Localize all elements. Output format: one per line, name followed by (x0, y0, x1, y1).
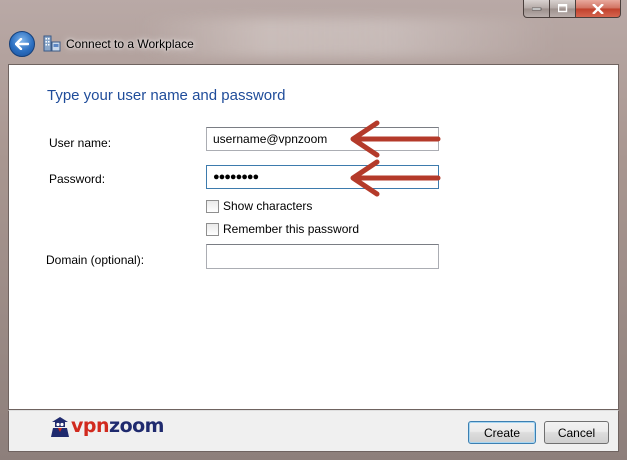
username-label: User name: (49, 136, 112, 150)
domain-input[interactable] (206, 244, 439, 269)
glass-background (140, 18, 560, 58)
dialog-content: Type your user name and password User na… (8, 64, 619, 410)
vpnzoom-logo: vpnzoom (49, 414, 164, 438)
close-button[interactable] (576, 0, 621, 18)
minimize-icon (531, 7, 541, 10)
caption-buttons (523, 0, 621, 18)
close-icon (592, 3, 604, 14)
show-characters-checkbox[interactable] (206, 200, 219, 213)
logo-text: vpnzoom (71, 415, 164, 437)
spy-mascot-icon (51, 417, 69, 437)
window-title: Connect to a Workplace (66, 37, 194, 51)
dialog-footer: vpnzoom Create Cancel (8, 410, 619, 452)
page-heading: Type your user name and password (47, 87, 286, 104)
domain-label: Domain (optional): (46, 253, 145, 267)
network-workplace-icon (43, 35, 61, 52)
cancel-button[interactable]: Cancel (544, 421, 609, 444)
red-arrow-icon (350, 159, 441, 197)
minimize-button[interactable] (523, 0, 550, 18)
back-arrow-icon (15, 38, 29, 50)
show-characters-label[interactable]: Show characters (223, 199, 312, 213)
maximize-button[interactable] (550, 0, 576, 18)
remember-password-label[interactable]: Remember this password (223, 222, 359, 236)
maximize-icon (557, 4, 567, 13)
create-button[interactable]: Create (468, 421, 536, 444)
password-label: Password: (49, 172, 106, 186)
remember-password-checkbox[interactable] (206, 223, 219, 236)
red-arrow-icon (350, 120, 441, 158)
back-button[interactable] (9, 31, 35, 57)
